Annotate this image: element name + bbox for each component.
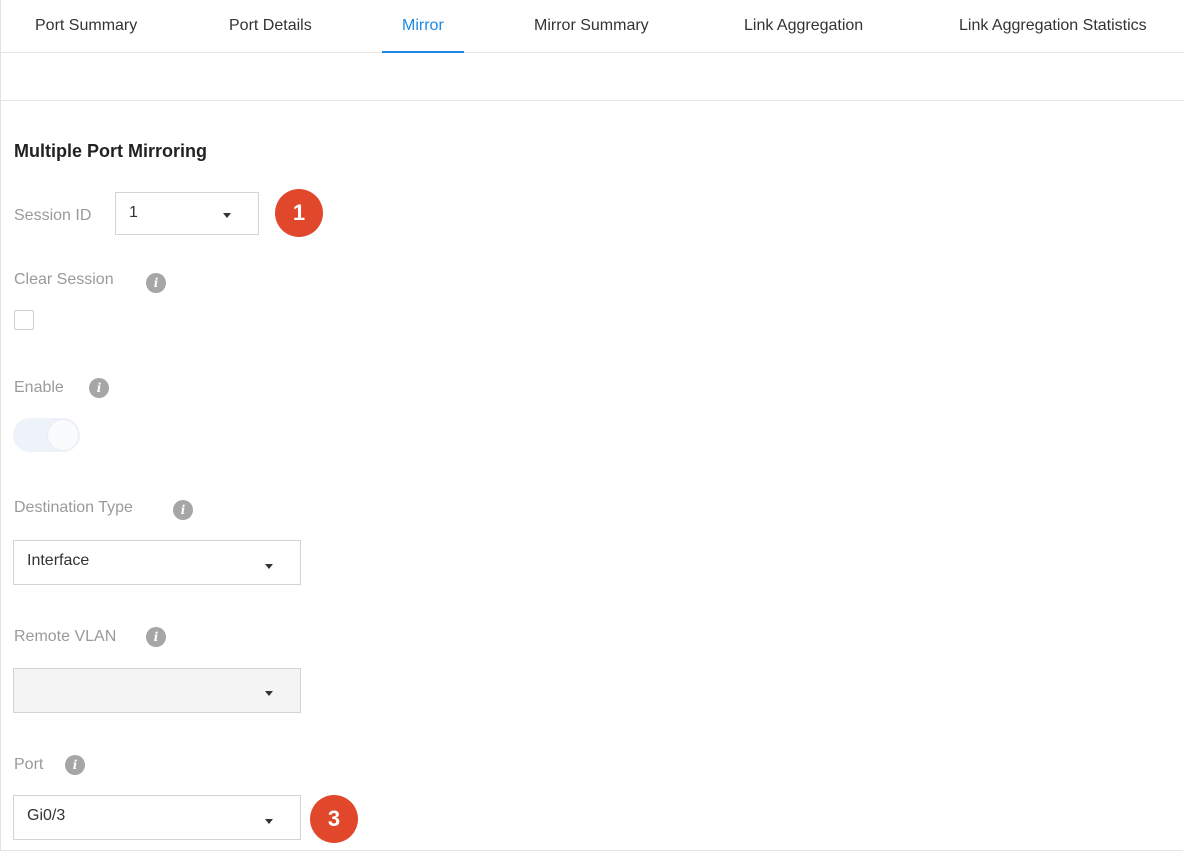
tab-link-aggregation-statistics[interactable]: Link Aggregation Statistics bbox=[959, 0, 1147, 52]
port-label: Port bbox=[14, 756, 44, 773]
destination-type-label: Destination Type bbox=[14, 499, 133, 516]
callout-badge-3: 3 bbox=[310, 795, 358, 843]
destination-type-value: Interface bbox=[27, 552, 90, 569]
info-icon[interactable]: i bbox=[146, 627, 166, 647]
tab-mirror-summary[interactable]: Mirror Summary bbox=[534, 0, 649, 52]
info-icon[interactable]: i bbox=[65, 755, 85, 775]
enable-label: Enable bbox=[14, 379, 64, 396]
session-id-value: 1 bbox=[129, 204, 138, 221]
chevron-down-icon bbox=[223, 213, 231, 218]
chevron-down-icon bbox=[265, 819, 273, 824]
content-frame bbox=[0, 0, 1183, 851]
tab-link-aggregation[interactable]: Link Aggregation bbox=[744, 0, 863, 52]
info-icon[interactable]: i bbox=[146, 273, 166, 293]
clear-session-checkbox[interactable] bbox=[14, 310, 34, 330]
remote-vlan-select[interactable] bbox=[13, 668, 301, 713]
port-select[interactable]: Gi0/3 bbox=[13, 795, 301, 840]
chevron-down-icon bbox=[265, 691, 273, 696]
session-id-select[interactable]: 1 bbox=[115, 192, 259, 235]
destination-type-select[interactable]: Interface bbox=[13, 540, 301, 585]
port-value: Gi0/3 bbox=[27, 807, 66, 824]
section-title: Multiple Port Mirroring bbox=[14, 141, 207, 161]
enable-toggle[interactable] bbox=[13, 418, 80, 452]
callout-badge-1: 1 bbox=[275, 189, 323, 237]
tab-bar: Port Summary Port Details Mirror Mirror … bbox=[0, 0, 1184, 53]
toggle-knob bbox=[48, 420, 78, 450]
info-icon[interactable]: i bbox=[89, 378, 109, 398]
tab-mirror[interactable]: Mirror bbox=[382, 0, 464, 53]
info-icon[interactable]: i bbox=[173, 500, 193, 520]
tab-port-details[interactable]: Port Details bbox=[229, 0, 312, 52]
tab-port-summary[interactable]: Port Summary bbox=[35, 0, 137, 52]
clear-session-label: Clear Session bbox=[14, 271, 114, 288]
divider bbox=[0, 100, 1184, 101]
remote-vlan-label: Remote VLAN bbox=[14, 628, 117, 645]
session-id-label: Session ID bbox=[14, 207, 92, 224]
chevron-down-icon bbox=[265, 564, 273, 569]
